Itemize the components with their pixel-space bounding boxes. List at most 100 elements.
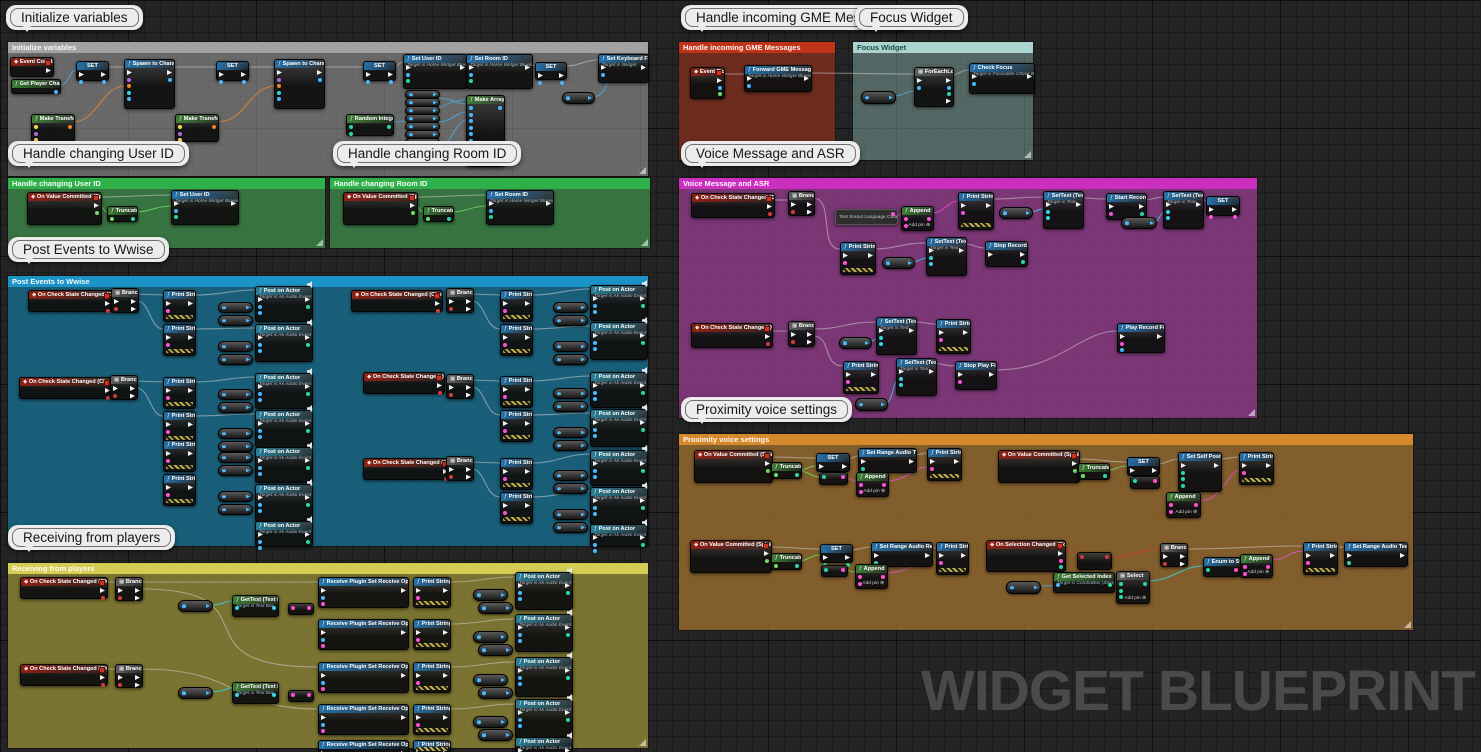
exec-pin[interactable] xyxy=(909,328,914,333)
node-post-on-actor[interactable]: ƒ Post on ActorTarget is Ak Audio Event xyxy=(515,699,573,739)
data-pin[interactable] xyxy=(235,693,239,697)
exec-pin[interactable] xyxy=(258,335,263,340)
exec-pin[interactable] xyxy=(489,201,494,206)
node-print-string[interactable]: ƒ Print String xyxy=(500,492,533,524)
node-set[interactable]: SET xyxy=(535,62,567,80)
variable-pill[interactable] xyxy=(553,509,588,520)
node-print-string[interactable]: ƒ Print String xyxy=(1303,542,1338,575)
variable-pill[interactable] xyxy=(473,716,508,728)
data-pin[interactable] xyxy=(518,682,522,686)
node-post-on-actor[interactable]: ƒ Post on ActorTarget is Ak Audio Event xyxy=(255,521,313,547)
data-pin[interactable] xyxy=(891,212,895,216)
node-test-sound-language-code[interactable]: Test Sound Language Code xyxy=(835,209,898,225)
data-pin[interactable] xyxy=(469,126,473,130)
node-receive-plugin-set-receive-open-id-with-voice[interactable]: ƒ Receive Plugin Set Receive Open ID Wit… xyxy=(318,619,409,650)
delegate-pin-icon[interactable] xyxy=(434,293,440,299)
node-branch[interactable]: ▦ Branch xyxy=(446,456,474,481)
data-pin[interactable] xyxy=(538,81,542,85)
exec-pin[interactable] xyxy=(1076,202,1081,207)
exec-pin[interactable] xyxy=(819,464,824,469)
data-pin[interactable] xyxy=(939,338,943,342)
node-post-on-actor[interactable]: ƒ Post on ActorTarget is Ak Audio Event xyxy=(590,450,648,486)
data-pin[interactable] xyxy=(961,211,965,215)
exec-pin[interactable] xyxy=(989,372,994,377)
data-pin[interactable] xyxy=(1181,477,1185,481)
exec-pin[interactable] xyxy=(321,715,326,720)
exec-pin[interactable] xyxy=(1109,204,1114,209)
data-pin[interactable] xyxy=(601,73,605,77)
data-pin[interactable] xyxy=(306,305,310,309)
node-print-string[interactable]: ƒ Print String xyxy=(413,704,451,735)
exec-pin[interactable] xyxy=(871,372,876,377)
data-pin[interactable] xyxy=(131,217,135,221)
exec-pin[interactable] xyxy=(1020,252,1025,257)
exec-pin[interactable] xyxy=(546,201,551,206)
node-print-string[interactable]: ƒ Print String xyxy=(936,319,971,354)
comment-title-bar[interactable]: Voice Message and ASR xyxy=(679,178,1257,189)
exec-pin[interactable] xyxy=(466,467,471,472)
exec-pin[interactable] xyxy=(559,73,564,78)
data-pin[interactable] xyxy=(54,90,58,94)
data-pin[interactable] xyxy=(1206,568,1210,572)
output-pin-icon[interactable] xyxy=(889,95,894,100)
data-pin[interactable] xyxy=(449,393,453,397)
data-pin[interactable] xyxy=(118,596,122,600)
node-set[interactable]: SET xyxy=(1127,457,1160,476)
exec-pin[interactable] xyxy=(958,372,963,377)
node-print-string[interactable]: ƒ Print String xyxy=(1239,452,1274,485)
node-gettext-text-box[interactable]: ƒ GetText (Text Box)Target is Text Box xyxy=(232,595,279,617)
data-pin[interactable] xyxy=(1169,503,1173,507)
data-pin[interactable] xyxy=(641,469,645,473)
data-pin[interactable] xyxy=(791,210,795,214)
data-pin[interactable] xyxy=(566,676,570,680)
comment-title-bar[interactable]: Post Events to Wwise xyxy=(8,276,648,287)
output-pin-icon[interactable] xyxy=(246,494,251,499)
data-pin[interactable] xyxy=(416,681,420,685)
data-pin[interactable] xyxy=(258,429,262,433)
data-pin[interactable] xyxy=(306,343,310,347)
exec-pin[interactable] xyxy=(640,535,645,540)
comment-title-bar[interactable]: Handle changing Room ID xyxy=(330,178,650,189)
data-pin[interactable] xyxy=(747,84,751,88)
exec-pin[interactable] xyxy=(1152,468,1157,473)
exec-pin[interactable] xyxy=(317,70,322,75)
exec-pin[interactable] xyxy=(231,201,236,206)
data-pin[interactable] xyxy=(641,341,645,345)
data-pin[interactable] xyxy=(114,307,118,311)
exec-pin[interactable] xyxy=(466,299,471,304)
exec-pin[interactable] xyxy=(861,459,866,464)
data-pin[interactable] xyxy=(641,304,645,308)
exec-pin[interactable] xyxy=(1232,207,1237,212)
exec-pin[interactable] xyxy=(930,459,935,464)
data-pin[interactable] xyxy=(503,477,507,481)
data-pin[interactable] xyxy=(258,398,262,402)
variable-pill[interactable] xyxy=(553,341,588,352)
data-pin[interactable] xyxy=(858,575,862,579)
exec-pin[interactable] xyxy=(166,301,171,306)
output-pin-icon[interactable] xyxy=(433,132,438,137)
output-pin-icon[interactable] xyxy=(581,430,586,435)
variable-pill[interactable] xyxy=(553,483,588,494)
data-pin[interactable] xyxy=(258,343,262,347)
exec-pin[interactable] xyxy=(100,588,105,593)
node-item[interactable] xyxy=(288,690,314,702)
exec-pin[interactable] xyxy=(868,253,873,258)
variable-pill[interactable] xyxy=(473,631,508,643)
node-print-string[interactable]: ƒ Print String xyxy=(413,619,451,650)
comment-title-bar[interactable]: Proximity voice settings xyxy=(679,434,1413,445)
output-pin-icon[interactable] xyxy=(246,431,251,436)
delegate-pin-icon[interactable] xyxy=(99,580,105,586)
data-pin[interactable] xyxy=(258,392,262,396)
exec-pin[interactable] xyxy=(435,301,440,306)
data-pin[interactable] xyxy=(1166,216,1170,220)
data-pin[interactable] xyxy=(593,347,597,351)
delegate-pin-icon[interactable] xyxy=(104,293,110,299)
exec-pin[interactable] xyxy=(565,668,570,673)
node-post-on-actor[interactable]: ƒ Post on ActorTarget is Ak Audio Event xyxy=(515,657,573,697)
exec-pin[interactable] xyxy=(1196,202,1201,207)
data-pin[interactable] xyxy=(489,209,493,213)
node-branch[interactable]: ▦ Branch xyxy=(446,374,474,399)
node-set-range-audio-team-mode[interactable]: ƒ Set Range Audio Team Mode xyxy=(1344,542,1408,567)
exec-pin[interactable] xyxy=(305,458,310,463)
data-pin[interactable] xyxy=(449,475,453,479)
